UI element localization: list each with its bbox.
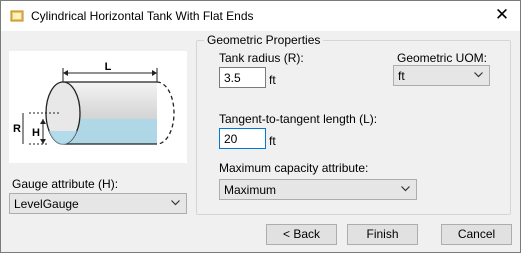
max-capacity-value: Maximum bbox=[224, 183, 277, 197]
chevron-down-icon bbox=[171, 200, 180, 206]
tank-app-icon bbox=[10, 10, 24, 22]
gauge-attribute-select[interactable]: LevelGauge bbox=[9, 193, 187, 214]
tank-end-right bbox=[156, 81, 175, 145]
cancel-button[interactable]: Cancel bbox=[441, 224, 512, 245]
window-title: Cylindrical Horizontal Tank With Flat En… bbox=[31, 9, 254, 23]
tangent-length-value: 20 bbox=[224, 132, 238, 146]
chevron-down-icon bbox=[474, 72, 483, 78]
tank-radius-value: 3.5 bbox=[224, 71, 241, 85]
geometric-properties-title: Geometric Properties bbox=[204, 33, 324, 47]
length-label-text: Tangent-to-tangent length (L): bbox=[219, 112, 378, 126]
tangent-length-unit: ft bbox=[269, 134, 276, 148]
geometric-uom-select[interactable]: ft bbox=[393, 65, 490, 86]
back-button[interactable]: < Back bbox=[266, 224, 337, 245]
tank-diagram: L R H bbox=[9, 51, 187, 163]
max-capacity-label: Maximum capacity attribute: bbox=[219, 161, 369, 175]
gauge-attribute-value: LevelGauge bbox=[14, 197, 79, 211]
title-bar: Cylindrical Horizontal Tank With Flat En… bbox=[1, 1, 520, 31]
tangent-length-input[interactable]: 20 bbox=[219, 128, 266, 149]
chevron-down-icon bbox=[401, 186, 410, 192]
radius-label: R bbox=[13, 123, 21, 135]
tank-illustration: L R H bbox=[13, 61, 175, 145]
close-icon[interactable]: ✕ bbox=[494, 6, 510, 23]
tank-radius-input[interactable]: 3.5 bbox=[219, 67, 266, 88]
gauge-attribute-label: Gauge attribute (H): bbox=[12, 177, 119, 191]
tank-radius-label: Tank radius (R): bbox=[219, 51, 304, 65]
max-capacity-select[interactable]: Maximum bbox=[219, 179, 417, 200]
height-label: H bbox=[32, 127, 40, 139]
tank-radius-unit: ft bbox=[269, 73, 276, 87]
geometric-uom-label: Geometric UOM: bbox=[397, 51, 488, 65]
length-label: L bbox=[105, 61, 112, 73]
geometric-uom-value: ft bbox=[398, 69, 405, 83]
dialog-window: Cylindrical Horizontal Tank With Flat En… bbox=[0, 0, 521, 253]
finish-button[interactable]: Finish bbox=[347, 224, 418, 245]
